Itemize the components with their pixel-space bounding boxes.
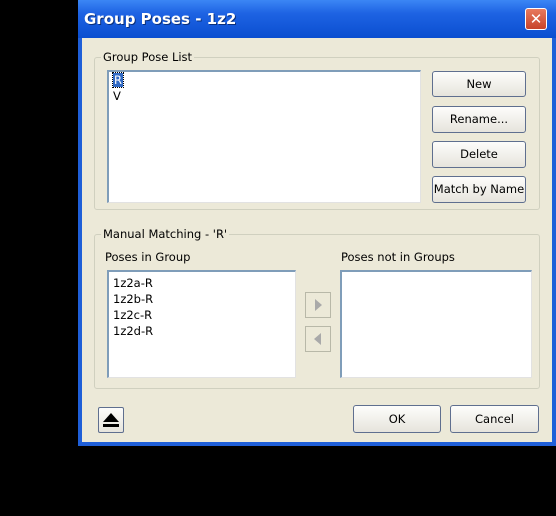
match-by-name-button[interactable]: Match by Name	[432, 176, 526, 203]
list-item[interactable]: 1z2c-R	[109, 307, 295, 323]
new-button-label: New	[466, 77, 492, 91]
delete-button[interactable]: Delete	[432, 141, 526, 168]
list-item[interactable]: 1z2a-R	[109, 275, 295, 291]
poses-not-in-groups-label: Poses not in Groups	[341, 250, 455, 264]
delete-button-label: Delete	[460, 147, 498, 161]
poses-not-in-groups-listbox[interactable]	[340, 270, 532, 378]
move-left-button[interactable]	[305, 326, 331, 352]
cancel-button-label: Cancel	[475, 412, 514, 426]
match-by-name-button-label: Match by Name	[433, 182, 525, 196]
list-item-label: 1z2c-R	[113, 308, 153, 322]
list-item[interactable]: V	[109, 88, 420, 104]
list-item-label: 1z2b-R	[113, 292, 154, 306]
eject-up-icon	[103, 413, 119, 427]
title-bar[interactable]: Group Poses - 1z2 ✕	[78, 0, 556, 38]
list-item[interactable]: 1z2b-R	[109, 291, 295, 307]
poses-in-group-label: Poses in Group	[105, 250, 191, 264]
arrow-left-icon	[314, 333, 321, 345]
list-item-label: V	[113, 89, 121, 103]
rename-button[interactable]: Rename...	[432, 106, 526, 133]
cancel-button[interactable]: Cancel	[450, 405, 539, 433]
group-poses-dialog: Group Poses - 1z2 ✕ Group Pose List R V …	[78, 0, 556, 446]
ok-button-label: OK	[388, 412, 406, 426]
rename-button-label: Rename...	[449, 112, 509, 126]
ok-button[interactable]: OK	[353, 405, 441, 433]
window-title: Group Poses - 1z2	[84, 10, 237, 28]
close-icon: ✕	[529, 10, 543, 28]
arrow-right-icon	[315, 299, 322, 311]
list-item-label: 1z2a-R	[113, 276, 153, 290]
group-pose-list-legend: Group Pose List	[103, 50, 193, 64]
list-item-label: R	[112, 72, 124, 88]
list-item[interactable]: R	[109, 72, 420, 88]
close-button[interactable]: ✕	[525, 8, 547, 30]
group-pose-listbox[interactable]: R V	[107, 70, 421, 203]
list-item[interactable]: 1z2d-R	[109, 323, 295, 339]
poses-in-group-listbox[interactable]: 1z2a-R 1z2b-R 1z2c-R 1z2d-R	[107, 270, 296, 378]
new-button[interactable]: New	[432, 71, 526, 97]
list-item-label: 1z2d-R	[113, 324, 154, 338]
dialog-body: Group Pose List R V New Rename... Delete…	[82, 38, 552, 442]
move-right-button[interactable]	[305, 292, 331, 318]
manual-matching-legend: Manual Matching - 'R'	[103, 227, 228, 241]
collapse-button[interactable]	[98, 407, 124, 433]
